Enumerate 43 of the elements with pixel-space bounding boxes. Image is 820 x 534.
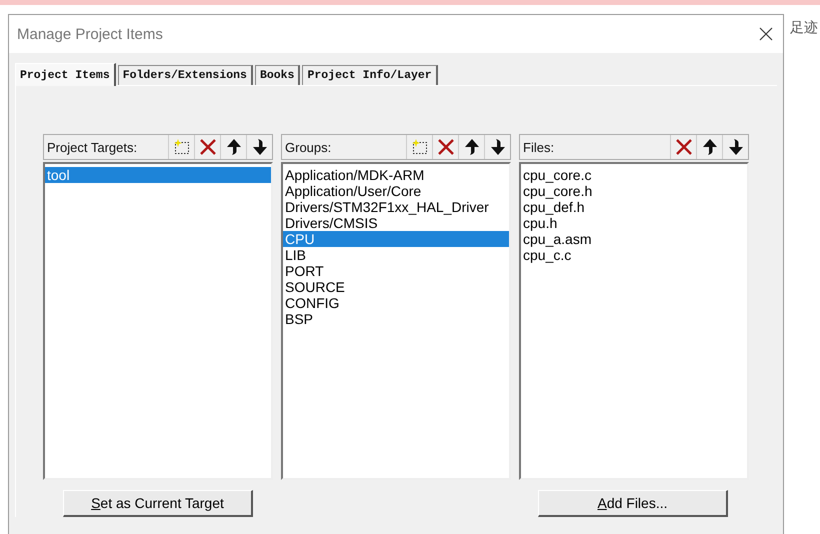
list-box[interactable]: Application/MDK-ARM Application/User/Core Drivers/STM32F1xx_HAL_Driver Drivers/CMSIS CPU LIB PORT SOURCE CONFIG BSP xyxy=(281,162,511,480)
list-item[interactable]: Application/MDK-ARM xyxy=(283,167,509,183)
list-item[interactable]: PORT xyxy=(283,263,509,279)
list-box[interactable]: cpu_core.c cpu_core.h cpu_def.h cpu.h cpu_a.asm cpu_c.c xyxy=(519,162,749,480)
list-item[interactable]: Drivers/CMSIS xyxy=(283,215,509,231)
tab[interactable]: Project Items xyxy=(15,63,116,86)
nav-link[interactable]: 足迹 xyxy=(790,19,818,37)
new-item-icon xyxy=(410,138,428,156)
panel-title: Files: xyxy=(523,140,554,154)
list-item[interactable]: cpu_def.h xyxy=(521,199,747,215)
down-arrow-icon xyxy=(252,138,268,156)
delete-icon xyxy=(436,138,454,156)
panel-title: Groups: xyxy=(285,140,332,154)
list-item[interactable]: CONFIG xyxy=(283,295,509,311)
up-arrow-icon xyxy=(702,138,718,156)
list-item[interactable]: LIB xyxy=(283,247,509,263)
tab[interactable]: Folders/Extensions xyxy=(118,65,253,85)
list-item[interactable]: Drivers/STM32F1xx_HAL_Driver xyxy=(283,199,509,215)
new-item-icon xyxy=(172,138,190,156)
delete-icon xyxy=(198,138,216,156)
list-item[interactable]: CPU xyxy=(283,231,509,247)
list-item[interactable]: Application/User/Core xyxy=(283,183,509,199)
list-box[interactable]: tool xyxy=(43,162,273,480)
list-item[interactable]: cpu_a.asm xyxy=(521,231,747,247)
list-item[interactable]: cpu.h xyxy=(521,215,747,231)
list-item[interactable]: cpu_c.c xyxy=(521,247,747,263)
list-item[interactable]: BSP xyxy=(283,311,509,327)
up-arrow-icon xyxy=(464,138,480,156)
up-arrow-icon xyxy=(226,138,242,156)
dialog-button[interactable]: Set as Current Target xyxy=(63,490,253,517)
panel-title: Project Targets: xyxy=(47,140,138,154)
close-icon xyxy=(759,27,773,41)
window-title: Manage Project Items xyxy=(17,26,163,42)
list-item[interactable]: SOURCE xyxy=(283,279,509,295)
tab[interactable]: Books xyxy=(254,65,300,85)
dialog-button[interactable]: Add Files... xyxy=(538,490,728,517)
list-item[interactable]: tool xyxy=(45,167,271,183)
list-item[interactable]: cpu_core.h xyxy=(521,183,747,199)
list-item[interactable]: cpu_core.c xyxy=(521,167,747,183)
delete-icon xyxy=(674,138,692,156)
down-arrow-icon xyxy=(728,138,744,156)
down-arrow-icon xyxy=(490,138,506,156)
tab[interactable]: Project Info/Layer xyxy=(302,65,438,85)
